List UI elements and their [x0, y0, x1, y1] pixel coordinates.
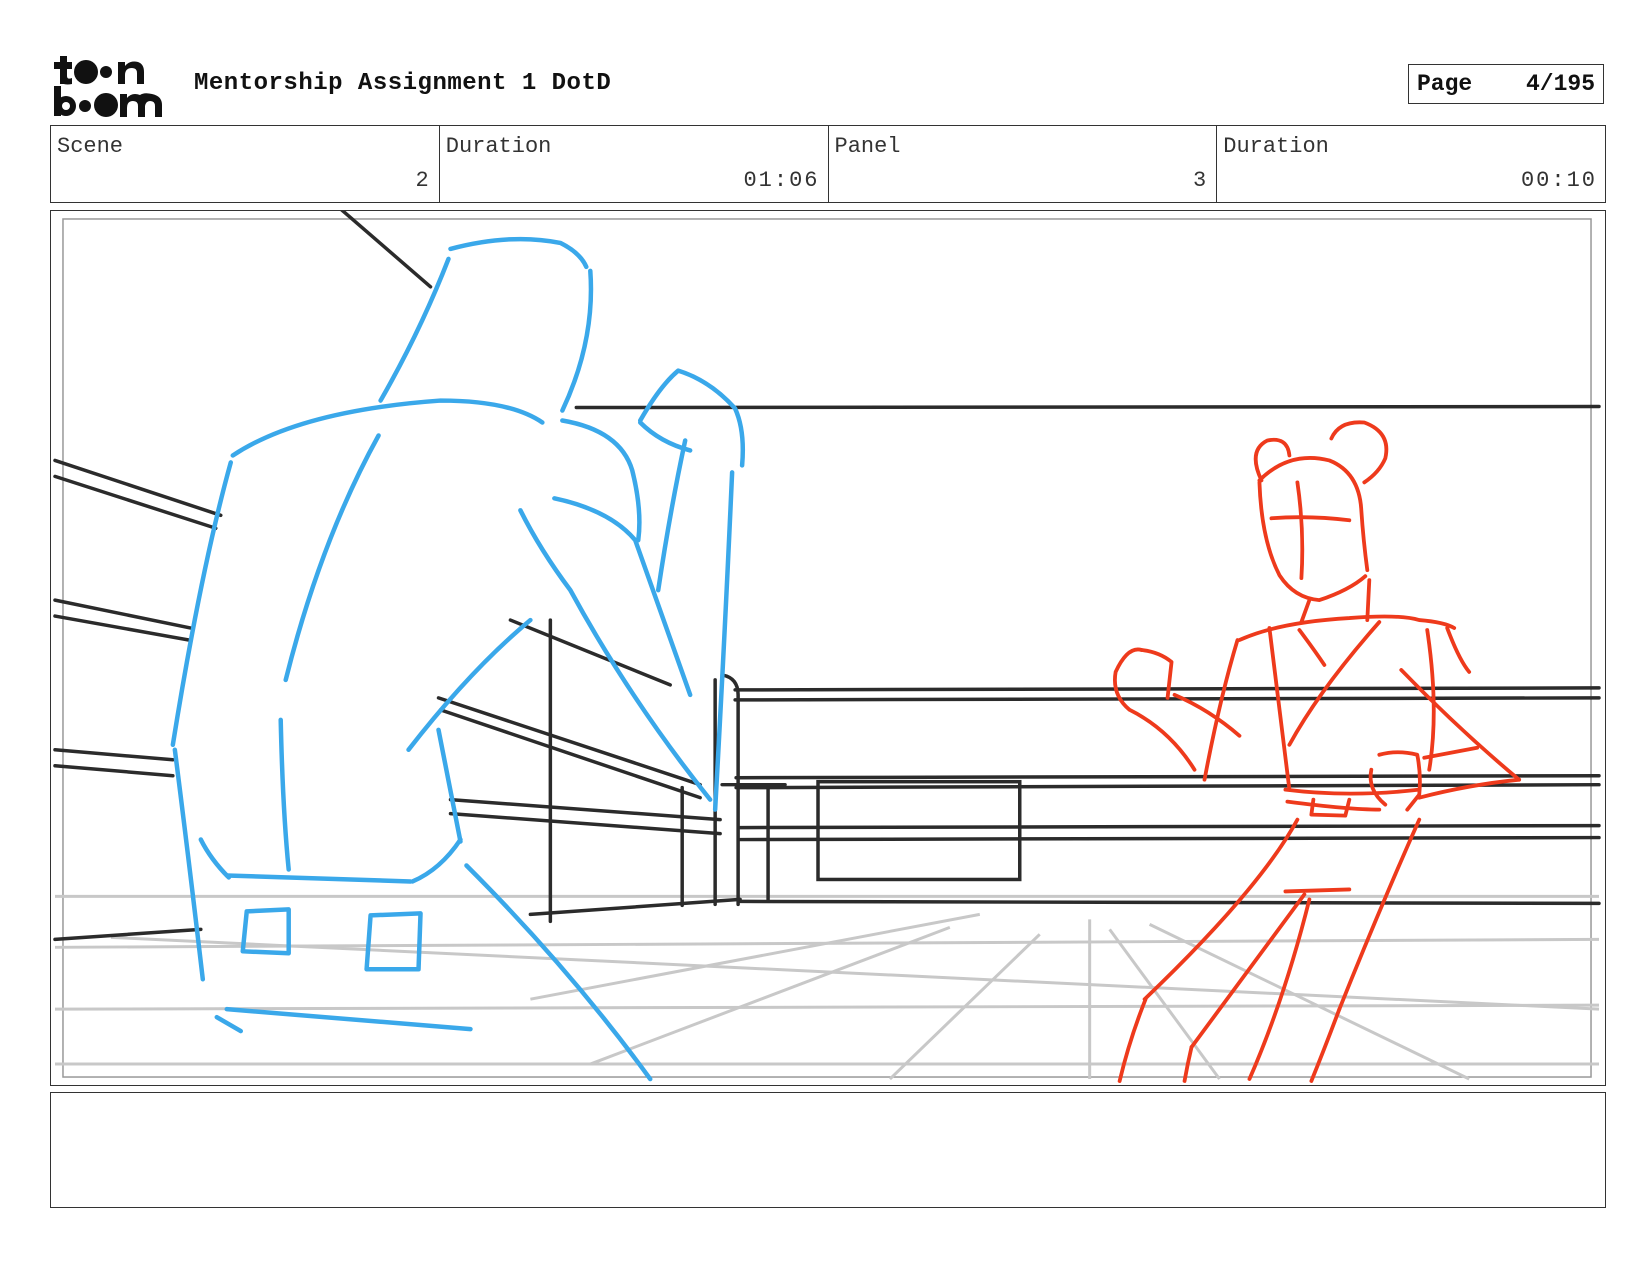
panel-duration-value: 00:10: [1520, 168, 1597, 193]
page-indicator: Page 4/195: [1408, 64, 1604, 104]
scene-duration-value: 01:06: [743, 168, 820, 193]
scene-cell: Scene 2: [51, 126, 440, 202]
right-fighter-sketch: [1113, 420, 1522, 1083]
scene-duration-cell: Duration 01:06: [440, 126, 829, 202]
panel-duration-label: Duration: [1223, 134, 1329, 159]
document-title: Mentorship Assignment 1 DotD: [194, 70, 612, 97]
toon-boom-logo: [54, 56, 162, 117]
panel-cell: Panel 3: [829, 126, 1218, 202]
panel-label: Panel: [834, 134, 901, 159]
panel-duration-cell: Duration 00:10: [1217, 126, 1605, 202]
panel-info-row: Scene 2 Duration 01:06 Panel 3 Duration …: [50, 125, 1606, 203]
scene-value: 2: [415, 168, 431, 193]
panel-value: 3: [1193, 168, 1209, 193]
storyboard-panel: [50, 210, 1606, 1086]
page-number: 4/195: [1525, 71, 1595, 97]
panel-notes-box[interactable]: [50, 1092, 1606, 1208]
scene-duration-label: Duration: [445, 134, 552, 159]
storyboard-sketch: [53, 211, 1601, 1083]
scene-label: Scene: [57, 134, 124, 159]
page-label: Page: [1417, 71, 1473, 97]
